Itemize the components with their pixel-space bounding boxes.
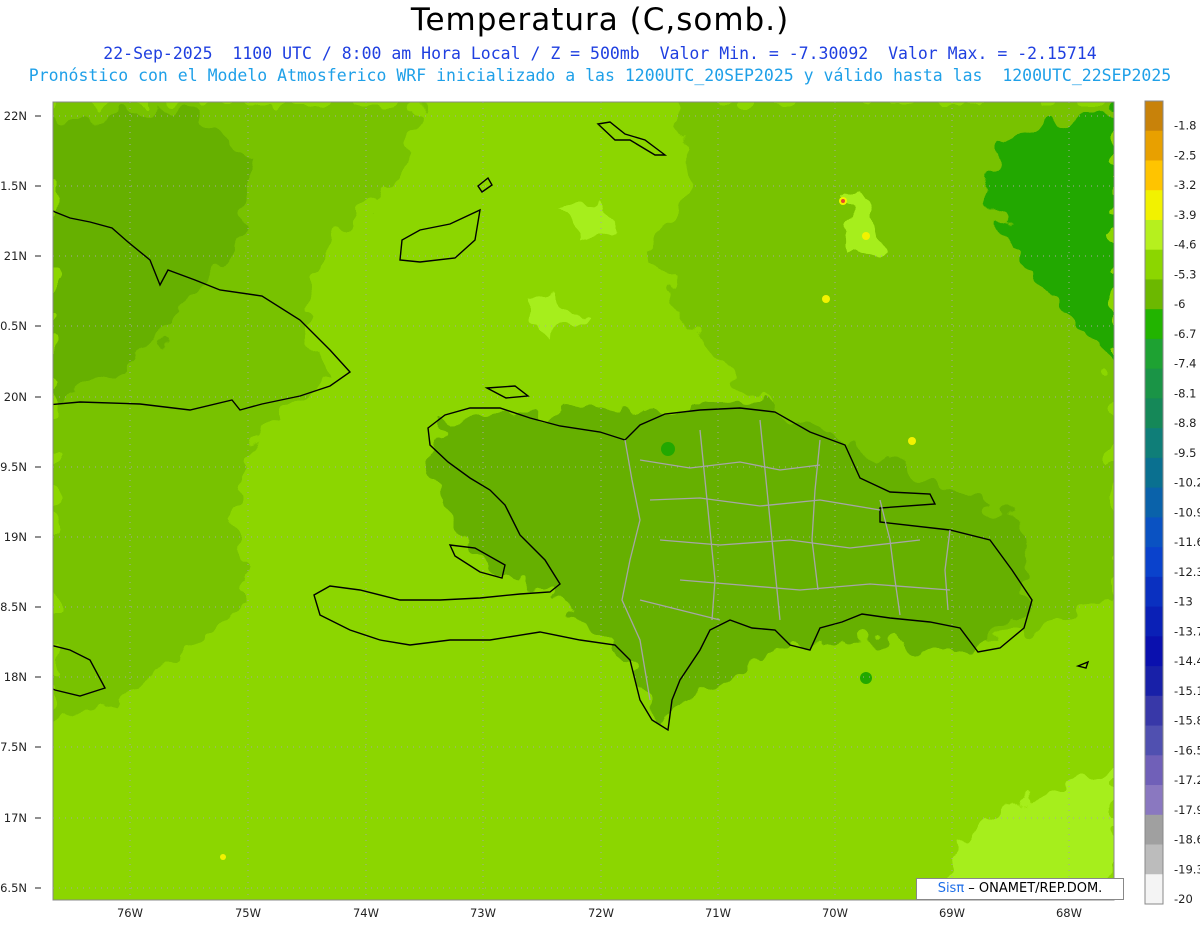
lat-label: 19.5N	[0, 460, 27, 474]
lat-label: 17N	[4, 811, 27, 825]
colorbar-swatch	[1145, 487, 1163, 518]
colorbar-label: -17.2	[1174, 773, 1200, 787]
colorbar-swatch	[1145, 249, 1163, 280]
lon-label: 68W	[1056, 906, 1082, 920]
colorbar-swatch	[1145, 695, 1163, 727]
lat-label: 20N	[4, 390, 27, 404]
colorbar-swatch	[1145, 457, 1163, 489]
colorbar-swatch	[1145, 576, 1163, 608]
lon-label: 70W	[822, 906, 848, 920]
colorbar-swatch	[1145, 725, 1163, 756]
colorbar-label: -4.6	[1174, 238, 1196, 252]
colorbar-label: -19.3	[1174, 862, 1200, 876]
colorbar-label: -17.9	[1174, 803, 1200, 817]
colorbar-label: -15.1	[1174, 684, 1200, 698]
colorbar-swatch	[1145, 309, 1163, 340]
colorbar-label: -6.7	[1174, 327, 1196, 341]
brand-label: Sisπ	[937, 881, 965, 896]
colorbar-label: -6	[1174, 297, 1185, 311]
colorbar-label: -16.5	[1174, 743, 1200, 757]
colorbar-label: -12.3	[1174, 565, 1200, 579]
colorbar-label: -5.3	[1174, 267, 1196, 281]
colorbar-swatch	[1145, 160, 1163, 191]
credit-box: Sisπ – ONAMET/REP.DOM.	[916, 878, 1124, 900]
lat-label: 21.5N	[0, 179, 27, 193]
colorbar-swatch	[1145, 874, 1163, 905]
colorbar-swatch	[1145, 606, 1163, 637]
colorbar-swatch	[1145, 279, 1163, 310]
colorbar	[1145, 101, 1163, 905]
colorbar-label: -11.6	[1174, 535, 1200, 549]
lat-label: 22N	[4, 109, 27, 123]
longitude-axis: 76W 75W 74W 73W 72W 71W 70W 69W 68W	[117, 906, 1082, 920]
colorbar-swatch	[1145, 755, 1163, 786]
colorbar-label: -10.9	[1174, 505, 1200, 519]
colorbar-labels: -1.8 -2.5 -3.2 -3.9 -4.6 -5.3 -6 -6.7 -7.4 -8.1 -8…	[1174, 119, 1200, 906]
colorbar-label: -14.4	[1174, 654, 1200, 668]
lat-label: 19N	[4, 530, 27, 544]
colorbar-swatch	[1145, 844, 1163, 875]
colorbar-swatch	[1145, 547, 1163, 578]
colorbar-label: -3.9	[1174, 208, 1196, 222]
lon-label: 72W	[588, 906, 614, 920]
lon-label: 73W	[470, 906, 496, 920]
colorbar-label: -9.5	[1174, 446, 1196, 460]
colorbar-swatch	[1145, 190, 1163, 221]
colorbar-swatch	[1145, 666, 1163, 697]
lat-label: 17.5N	[0, 740, 27, 754]
colorbar-swatch	[1145, 814, 1163, 846]
colorbar-label: -18.6	[1174, 833, 1200, 847]
colorbar-label: -2.5	[1174, 148, 1196, 162]
lat-label: 18.5N	[0, 600, 27, 614]
colorbar-swatch	[1145, 338, 1163, 370]
colorbar-swatch	[1145, 130, 1163, 161]
colorbar-label: -3.2	[1174, 178, 1196, 192]
lat-label: 16.5N	[0, 881, 27, 895]
credit-label: – ONAMET/REP.DOM.	[964, 881, 1103, 896]
colorbar-swatch	[1145, 428, 1163, 459]
colorbar-swatch	[1145, 398, 1163, 429]
temperature-field	[53, 102, 1114, 900]
colorbar-label: -10.2	[1174, 476, 1200, 490]
colorbar-label: -8.8	[1174, 416, 1196, 430]
colorbar-label: -1.8	[1174, 119, 1196, 133]
latitude-axis: 22N 21.5N 21N 20.5N 20N 19.5N 19N 18.5N …	[0, 109, 27, 895]
lon-label: 71W	[705, 906, 731, 920]
colorbar-label: -13	[1174, 595, 1193, 609]
colorbar-swatch	[1145, 517, 1163, 548]
lat-label: 20.5N	[0, 319, 27, 333]
lon-label: 74W	[353, 906, 379, 920]
lon-label: 76W	[117, 906, 143, 920]
colorbar-label: -15.8	[1174, 714, 1200, 728]
colorbar-swatch	[1145, 101, 1163, 132]
colorbar-label: -7.4	[1174, 357, 1196, 371]
colorbar-swatch	[1145, 368, 1163, 399]
colorbar-label: -8.1	[1174, 386, 1196, 400]
colorbar-label: -13.7	[1174, 624, 1200, 638]
colorbar-swatch	[1145, 785, 1163, 816]
colorbar-swatch	[1145, 636, 1163, 667]
lat-label: 21N	[4, 249, 27, 263]
map-figure: 22N 21.5N 21N 20.5N 20N 19.5N 19N 18.5N …	[0, 100, 1200, 920]
colorbar-label: -20	[1174, 892, 1193, 906]
lon-label: 75W	[235, 906, 261, 920]
lon-label: 69W	[939, 906, 965, 920]
colorbar-swatch	[1145, 219, 1163, 251]
lat-label: 18N	[4, 670, 27, 684]
